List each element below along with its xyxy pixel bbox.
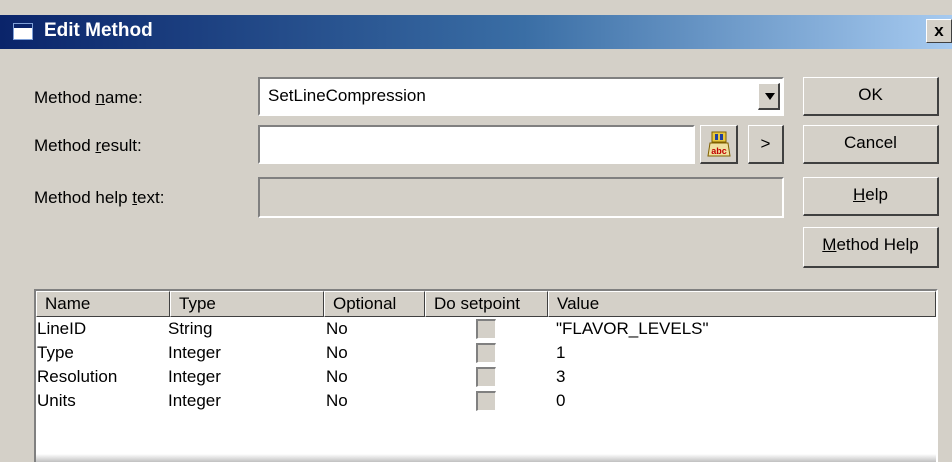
method-name-label: Method name:: [34, 88, 143, 107]
variable-browser-button[interactable]: abc: [700, 125, 738, 164]
close-button[interactable]: x: [926, 19, 952, 43]
table-row[interactable]: Units Integer No 0: [36, 389, 936, 413]
table-row[interactable]: Type Integer No 1: [36, 341, 936, 365]
cell-type: Integer: [168, 367, 221, 386]
cell-name: LineID: [37, 319, 87, 338]
method-help-text-field: [258, 177, 784, 218]
expand-arrow-button[interactable]: >: [748, 125, 784, 164]
do-setpoint-checkbox[interactable]: [476, 343, 496, 363]
cell-name: Type: [37, 343, 74, 362]
column-header-value[interactable]: Value: [548, 291, 936, 317]
cell-value[interactable]: 1: [556, 341, 565, 365]
cell-value[interactable]: 0: [556, 389, 565, 413]
cell-type: String: [168, 319, 213, 338]
cancel-button[interactable]: Cancel: [803, 125, 939, 164]
cell-optional: No: [326, 319, 348, 338]
window-icon: [13, 23, 33, 40]
table-bottom-edge: [36, 454, 936, 462]
cell-optional: No: [326, 367, 348, 386]
chevron-down-icon: [765, 93, 775, 100]
cell-optional: No: [326, 391, 348, 410]
help-button[interactable]: Help: [803, 177, 939, 216]
column-header-name[interactable]: Name: [36, 291, 170, 317]
cell-name: Units: [37, 391, 76, 410]
method-result-input[interactable]: [258, 125, 695, 164]
table-row[interactable]: LineID String No "FLAVOR_LEVELS": [36, 317, 936, 341]
svg-text:abc: abc: [711, 146, 727, 156]
method-help-button[interactable]: Method Help: [803, 227, 939, 268]
cell-type: Integer: [168, 391, 221, 410]
method-name-combobox[interactable]: SetLineCompression: [258, 77, 784, 116]
column-header-do-setpoint[interactable]: Do setpoint: [425, 291, 548, 317]
window-title: Edit Method: [44, 20, 153, 41]
cell-type: Integer: [168, 343, 221, 362]
do-setpoint-checkbox[interactable]: [476, 319, 496, 339]
cell-value[interactable]: 3: [556, 365, 565, 389]
ok-button[interactable]: OK: [803, 77, 939, 116]
do-setpoint-checkbox[interactable]: [476, 367, 496, 387]
do-setpoint-checkbox[interactable]: [476, 391, 496, 411]
column-header-optional[interactable]: Optional: [324, 291, 425, 317]
cell-name: Resolution: [37, 367, 118, 386]
cell-optional: No: [326, 343, 348, 362]
method-help-text-label: Method help text:: [34, 188, 165, 207]
method-name-dropdown-button[interactable]: [758, 83, 780, 110]
method-result-label: Method result:: [34, 136, 142, 155]
table-row[interactable]: Resolution Integer No 3: [36, 365, 936, 389]
column-header-type[interactable]: Type: [170, 291, 324, 317]
title-bar: Edit Method x: [0, 15, 952, 49]
method-name-value: SetLineCompression: [268, 86, 426, 105]
parameters-table[interactable]: Name Type Optional Do setpoint Value Lin…: [34, 289, 938, 462]
variable-browser-icon: abc: [707, 131, 731, 157]
cell-value[interactable]: "FLAVOR_LEVELS": [556, 317, 709, 341]
